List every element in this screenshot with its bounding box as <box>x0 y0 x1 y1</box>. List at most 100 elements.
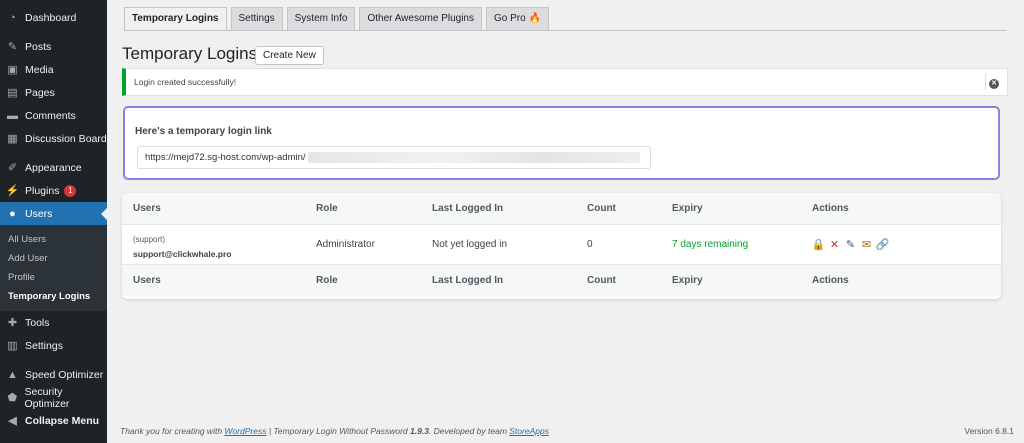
comment-icon: ▬ <box>7 109 18 122</box>
login-count: 0 <box>587 239 593 250</box>
temporary-link-box: Here's a temporary login link https://me… <box>123 106 1000 180</box>
sidebar-item-dashboard[interactable]: ◔ Dashboard <box>0 6 107 29</box>
sidebar-item-plugins[interactable]: ⚡ Plugins 1 <box>0 179 107 202</box>
page-title: Temporary Logins <box>122 44 258 63</box>
sidebar-item-posts[interactable]: ✎ Posts <box>0 35 107 58</box>
email-icon[interactable]: ✉ <box>860 238 873 251</box>
col-expiry: Expiry <box>672 275 703 286</box>
sidebar-item-pages[interactable]: ▤ Pages <box>0 81 107 104</box>
sidebar-item-media[interactable]: ▣ Media <box>0 58 107 81</box>
col-role: Role <box>316 203 338 214</box>
col-users: Users <box>133 203 161 214</box>
storeapps-link[interactable]: StoreApps <box>509 426 549 436</box>
sidebar-item-label: Plugins <box>25 184 60 197</box>
sidebar-item-discussion-board[interactable]: ▦ Discussion Board <box>0 127 107 150</box>
sidebar-item-tools[interactable]: ✚ Tools <box>0 311 107 334</box>
settings-icon: ▥ <box>7 340 18 352</box>
sidebar-item-label: Tools <box>25 316 50 329</box>
sidebar-item-label: Posts <box>25 40 52 53</box>
delete-icon[interactable]: ✕ <box>828 238 841 251</box>
sidebar-item-label: Users <box>25 207 53 220</box>
sidebar-item-users[interactable]: ● Users <box>0 202 107 225</box>
table-footer: Users Role Last Logged In Count Expiry A… <box>122 265 1001 296</box>
notice-message: Login created successfully! <box>134 77 237 87</box>
speed-icon: ▲ <box>7 368 18 381</box>
col-count: Count <box>587 275 616 286</box>
col-users: Users <box>133 275 161 286</box>
wrench-icon: ✚ <box>7 317 18 329</box>
sidebar-item-appearance[interactable]: ✐ Appearance <box>0 156 107 179</box>
user-email: support@clickwhale.pro <box>133 249 232 259</box>
sidebar-item-collapse-menu[interactable]: ◀ Collapse Menu <box>0 409 107 432</box>
submenu-item-all-users[interactable]: All Users <box>0 230 107 249</box>
col-actions: Actions <box>812 275 849 286</box>
sidebar-item-label: Speed Optimizer <box>25 368 104 381</box>
tab-settings[interactable]: Settings <box>230 7 283 31</box>
footer-text: Thank you for creating with <box>120 426 225 436</box>
submenu-item-add-user[interactable]: Add User <box>0 249 107 268</box>
row-actions: 🔒 ✕ ✎ ✉ 🔗 <box>812 238 892 251</box>
table-row: (support) support@clickwhale.pro Adminis… <box>122 224 1001 265</box>
submenu-item-temporary-logins[interactable]: Temporary Logins <box>0 287 107 306</box>
sidebar-item-label: Dashboard <box>25 11 77 24</box>
admin-sidebar: ◔ Dashboard ✎ Posts ▣ Media ▤ Pages ▬ Comments ▦ D… <box>0 0 107 443</box>
footer-credits: Thank you for creating with WordPress | … <box>120 426 549 436</box>
user-role: Administrator <box>316 239 375 250</box>
sidebar-item-comments[interactable]: ▬ Comments <box>0 104 107 127</box>
col-count: Count <box>587 203 616 214</box>
plugin-tabs: Temporary Logins Settings System Info Other… <box>124 7 553 31</box>
collapse-icon: ◀ <box>8 415 17 427</box>
user-icon: ● <box>9 207 16 220</box>
sidebar-item-label: Pages <box>25 86 55 99</box>
col-expiry: Expiry <box>672 203 703 214</box>
temporary-logins-table: Users Role Last Logged In Count Expiry A… <box>122 193 1001 299</box>
redacted-token <box>307 151 640 163</box>
link-label: Here's a temporary login link <box>135 126 272 137</box>
tab-go-pro[interactable]: Go Pro 🔥 <box>486 7 549 31</box>
edit-icon[interactable]: ✎ <box>844 238 857 251</box>
sidebar-item-label: Security Optimizer <box>24 385 70 410</box>
submenu-item-profile[interactable]: Profile <box>0 268 107 287</box>
brush-icon: ✐ <box>7 162 18 174</box>
dismiss-notice-button[interactable]: ✕ <box>985 74 1002 91</box>
sidebar-item-label: Comments <box>25 109 76 122</box>
col-actions: Actions <box>812 203 849 214</box>
tab-temporary-logins[interactable]: Temporary Logins <box>124 7 227 31</box>
link-icon[interactable]: 🔗 <box>876 238 890 251</box>
success-notice: Login created successfully! ✕ <box>122 68 1008 96</box>
temporary-link-field[interactable]: https://mejd72.sg-host.com/wp-admin/ <box>137 146 651 169</box>
create-new-button[interactable]: Create New <box>255 46 324 65</box>
user-name: (support) <box>133 235 166 244</box>
plugin-icon: ⚡ <box>5 185 20 197</box>
tab-other-awesome-plugins[interactable]: Other Awesome Plugins <box>359 7 482 31</box>
sidebar-item-security-optimizer[interactable]: ⬟ Security Optimizer <box>0 385 107 410</box>
sidebar-item-speed-optimizer[interactable]: ▲ Speed Optimizer <box>0 363 107 386</box>
plugin-version: 1.9.3 <box>410 426 429 436</box>
col-last-logged-in: Last Logged In <box>432 203 504 214</box>
footer-text: | Temporary Login Without Password <box>266 426 411 436</box>
close-icon: ✕ <box>989 79 999 89</box>
sidebar-item-label: Media <box>25 63 54 76</box>
sidebar-item-settings[interactable]: ▥ Settings <box>0 334 107 357</box>
sidebar-item-label: Appearance <box>25 161 82 174</box>
wordpress-link[interactable]: WordPress <box>224 426 266 436</box>
expiry-status: 7 days remaining <box>672 239 749 250</box>
media-icon: ▣ <box>7 64 18 76</box>
sidebar-item-label: Collapse Menu <box>25 414 100 427</box>
last-logged-in: Not yet logged in <box>432 239 508 250</box>
col-last-logged-in: Last Logged In <box>432 275 504 286</box>
tab-system-info[interactable]: System Info <box>286 7 356 31</box>
dashboard-icon: ◔ <box>9 11 16 24</box>
users-submenu: All Users Add User Profile Temporary Logins <box>0 225 107 311</box>
lock-icon[interactable]: 🔒 <box>812 238 826 251</box>
main-content: Temporary Logins Settings System Info Other… <box>107 0 1024 443</box>
link-url-text: https://mejd72.sg-host.com/wp-admin/ <box>145 152 306 163</box>
shield-icon: ⬟ <box>7 392 18 404</box>
sidebar-item-label: Discussion Board <box>25 132 107 145</box>
sidebar-item-label: Settings <box>25 339 63 352</box>
col-role: Role <box>316 275 338 286</box>
wp-version: Version 6.8.1 <box>964 426 1014 436</box>
pin-icon: ✎ <box>7 41 18 53</box>
board-icon: ▦ <box>7 133 18 145</box>
page-icon: ▤ <box>7 87 18 99</box>
